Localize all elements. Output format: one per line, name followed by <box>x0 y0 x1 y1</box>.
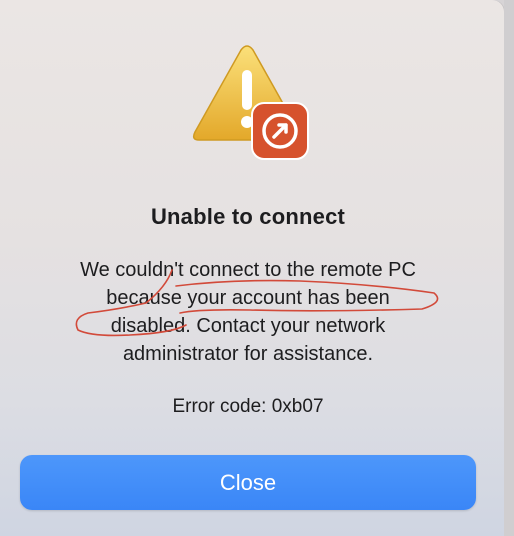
message-line: because your account has been <box>106 287 390 309</box>
remote-desktop-icon <box>251 102 309 160</box>
message-line: We couldn't connect to the remote PC <box>80 259 416 281</box>
dialog-title: Unable to connect <box>150 204 346 229</box>
message-line: administrator for assistance. <box>122 343 374 365</box>
dialog-message: We couldn't connect to the remote PC bec… <box>0 256 496 368</box>
error-dialog: Unable to connect We couldn't connect to… <box>0 0 504 536</box>
message-line: disabled. Contact your network <box>110 315 386 337</box>
close-button[interactable]: Close <box>20 455 476 510</box>
window-edge <box>504 0 514 536</box>
alert-icon-group <box>185 40 309 160</box>
error-code: Error code: 0xb07 <box>172 396 324 417</box>
